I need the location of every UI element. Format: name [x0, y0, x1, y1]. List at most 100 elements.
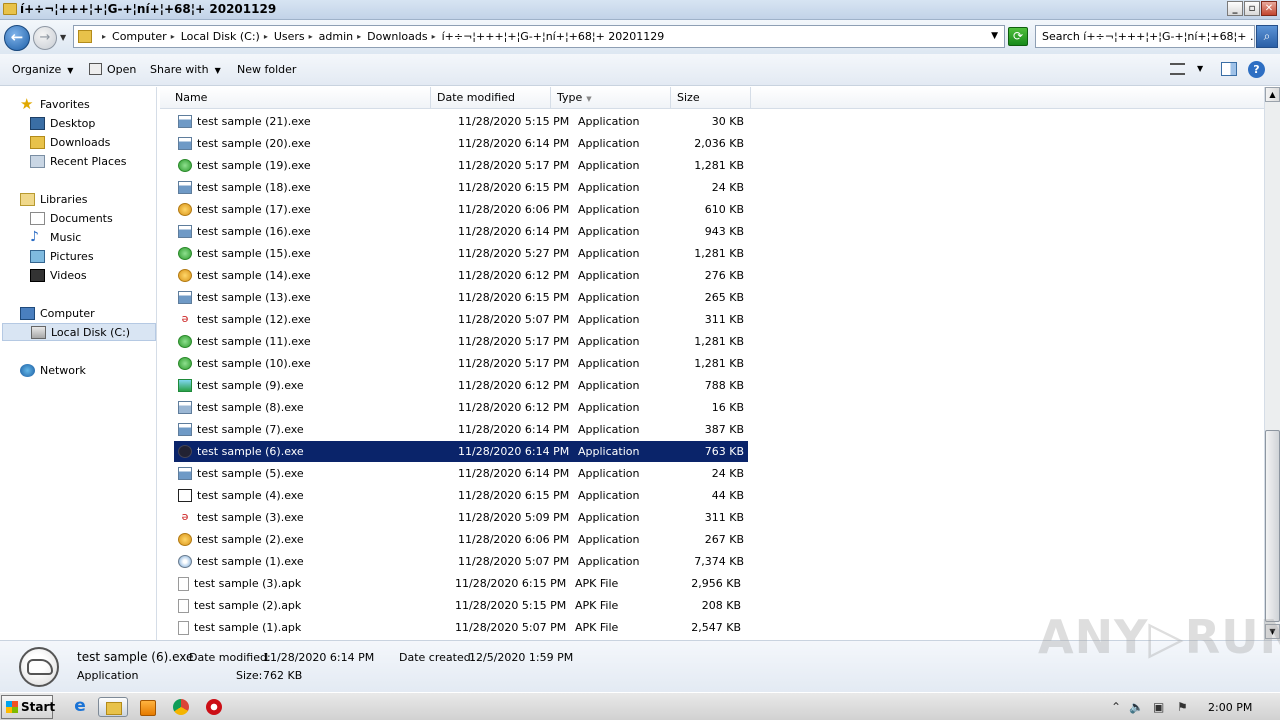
- column-header-size[interactable]: Size: [671, 87, 751, 109]
- forward-button[interactable]: →: [33, 26, 57, 50]
- file-row[interactable]: test sample (14).exe 11/28/2020 6:12 PM Ap…: [174, 265, 748, 286]
- column-header-date-modified[interactable]: Date modified: [431, 87, 551, 109]
- pictures-icon: [30, 249, 45, 263]
- breadcrumb-item[interactable]: ▸ admin: [305, 30, 353, 43]
- file-row[interactable]: test sample (9).exe 11/28/2020 6:12 PM App…: [174, 375, 748, 396]
- nav-network[interactable]: Network: [20, 361, 86, 379]
- show-hidden-icons-icon[interactable]: ⌃: [1111, 700, 1121, 714]
- green-check-icon: [178, 247, 192, 260]
- breadcrumb-separator-icon[interactable]: ▸: [264, 32, 268, 41]
- file-size: 1,281 KB: [694, 335, 744, 348]
- minimize-button[interactable]: _: [1227, 1, 1243, 16]
- window-app-icon: [178, 291, 192, 304]
- nav-computer[interactable]: Computer: [20, 304, 95, 322]
- scroll-up-button[interactable]: ▲: [1265, 87, 1280, 102]
- chevron-down-icon[interactable]: ▼: [1197, 64, 1203, 73]
- gear-window-icon: [178, 401, 192, 414]
- file-row[interactable]: test sample (7).exe 11/28/2020 6:14 PM App…: [174, 419, 748, 440]
- nav-videos[interactable]: Videos: [30, 266, 87, 284]
- file-row[interactable]: test sample (6).exe 11/28/2020 6:14 PM App…: [174, 441, 748, 462]
- network-tray-icon[interactable]: ▣: [1153, 700, 1164, 714]
- recent-pages-dropdown-icon[interactable]: ▼: [60, 33, 66, 42]
- file-row[interactable]: test sample (13).exe 11/28/2020 6:15 PM Ap…: [174, 287, 748, 308]
- file-type: Application: [578, 533, 640, 546]
- close-button[interactable]: ✕: [1261, 1, 1277, 16]
- file-row[interactable]: test sample (4).exe 11/28/2020 6:15 PM App…: [174, 485, 748, 506]
- nav-recent-places[interactable]: Recent Places: [30, 152, 127, 170]
- breadcrumb-separator-icon[interactable]: ▸: [432, 32, 436, 41]
- change-view-icon[interactable]: [1170, 63, 1185, 75]
- back-button[interactable]: ←: [4, 25, 30, 51]
- new-folder-button[interactable]: New folder: [237, 63, 296, 76]
- breadcrumb-item[interactable]: ▸ Users: [260, 30, 305, 43]
- file-row[interactable]: test sample (2).exe 11/28/2020 6:06 PM App…: [174, 529, 748, 550]
- file-row[interactable]: test sample (15).exe 11/28/2020 5:27 PM Ap…: [174, 243, 748, 264]
- organize-button[interactable]: Organize ▼: [12, 63, 73, 76]
- nav-music[interactable]: ♪ Music: [30, 228, 81, 246]
- file-name: test sample (12).exe: [197, 313, 311, 326]
- breadcrumb-separator-icon[interactable]: ▸: [357, 32, 361, 41]
- start-button[interactable]: Start: [1, 695, 55, 719]
- action-center-flag-icon[interactable]: ⚑: [1177, 700, 1188, 714]
- internet-explorer-icon[interactable]: e: [69, 697, 91, 717]
- nav-libraries[interactable]: Libraries: [20, 190, 88, 208]
- file-row[interactable]: test sample (19).exe 11/28/2020 5:17 PM Ap…: [174, 155, 748, 176]
- column-header-type[interactable]: Type ▼: [551, 87, 671, 109]
- nav-downloads[interactable]: Downloads: [30, 133, 110, 151]
- nav-favorites[interactable]: ★ Favorites: [20, 95, 90, 113]
- breadcrumb-item[interactable]: ▸ Local Disk (C:): [167, 30, 260, 43]
- address-dropdown-icon[interactable]: ▼: [991, 31, 998, 41]
- file-row[interactable]: test sample (2).apk 11/28/2020 5:15 PM APK…: [174, 595, 748, 616]
- refresh-button[interactable]: ⟳: [1008, 27, 1028, 46]
- share-with-button[interactable]: Share with ▼: [150, 63, 221, 76]
- file-row[interactable]: ə test sample (3).exe 11/28/2020 5:09 PM Ap…: [174, 507, 748, 528]
- breadcrumb-separator-icon[interactable]: ▸: [171, 32, 175, 41]
- file-row[interactable]: test sample (21).exe 11/28/2020 5:15 PM Ap…: [174, 111, 748, 132]
- address-bar[interactable]: ▸ Computer ▸ Local Disk (C:) ▸ Users ▸ admin ▸ Do…: [73, 25, 1005, 48]
- file-type: Application: [578, 291, 640, 304]
- preview-pane-icon[interactable]: [1221, 62, 1237, 76]
- file-row[interactable]: ə test sample (12).exe 11/28/2020 5:07 PM A…: [174, 309, 748, 330]
- nav-local-disk[interactable]: Local Disk (C:): [2, 323, 156, 341]
- volume-icon[interactable]: 🔈: [1129, 700, 1144, 714]
- file-row[interactable]: test sample (5).exe 11/28/2020 6:14 PM App…: [174, 463, 748, 484]
- file-row[interactable]: test sample (20).exe 11/28/2020 6:14 PM Ap…: [174, 133, 748, 154]
- file-date-modified: 11/28/2020 5:15 PM: [458, 115, 570, 128]
- file-row[interactable]: test sample (17).exe 11/28/2020 6:06 PM Ap…: [174, 199, 748, 220]
- file-row[interactable]: test sample (1).exe 11/28/2020 5:07 PM App…: [174, 551, 748, 572]
- chrome-icon[interactable]: [170, 697, 192, 717]
- folder-icon: [78, 30, 92, 43]
- breadcrumb-item[interactable]: ▸ Computer: [98, 30, 167, 43]
- vertical-scrollbar[interactable]: ▲ ▼: [1264, 87, 1280, 640]
- open-button[interactable]: Open: [89, 63, 136, 76]
- nav-desktop[interactable]: Desktop: [30, 114, 95, 132]
- nav-label: Libraries: [40, 192, 88, 206]
- search-icon[interactable]: ⌕: [1256, 25, 1278, 48]
- windows-explorer-icon[interactable]: [98, 697, 128, 717]
- file-row[interactable]: test sample (18).exe 11/28/2020 6:15 PM Ap…: [174, 177, 748, 198]
- search-input[interactable]: Search í+÷¬¦+++¦+¦G-+¦ní+¦+68¦+ ...: [1035, 25, 1255, 48]
- file-row[interactable]: test sample (3).apk 11/28/2020 6:15 PM APK…: [174, 573, 748, 594]
- clock[interactable]: 2:00 PM: [1208, 701, 1252, 714]
- nav-pictures[interactable]: Pictures: [30, 247, 94, 265]
- media-player-icon[interactable]: [137, 697, 159, 717]
- breadcrumb-separator-icon[interactable]: ▸: [309, 32, 313, 41]
- file-name: test sample (13).exe: [197, 291, 311, 304]
- file-row[interactable]: test sample (16).exe 11/28/2020 6:14 PM Ap…: [174, 221, 748, 242]
- details-size: 762 KB: [263, 669, 303, 682]
- opera-icon[interactable]: [203, 697, 225, 717]
- help-icon[interactable]: ?: [1248, 61, 1265, 78]
- breadcrumb-separator-icon[interactable]: ▸: [102, 32, 106, 41]
- nav-documents[interactable]: Documents: [30, 209, 113, 227]
- breadcrumb-item[interactable]: ▸ í+÷¬¦+++¦+¦G-+¦ní+¦+68¦+ 20201129: [428, 30, 665, 43]
- file-row[interactable]: test sample (1).apk 11/28/2020 5:07 PM APK…: [174, 617, 748, 638]
- column-header-name[interactable]: Name: [169, 87, 431, 109]
- scroll-thumb[interactable]: [1265, 430, 1280, 622]
- chevron-down-icon: ▼: [214, 66, 221, 75]
- file-row[interactable]: test sample (11).exe 11/28/2020 5:17 PM Ap…: [174, 331, 748, 352]
- desktop-icon: [30, 116, 45, 130]
- breadcrumb-item[interactable]: ▸ Downloads: [353, 30, 427, 43]
- file-row[interactable]: test sample (10).exe 11/28/2020 5:17 PM Ap…: [174, 353, 748, 374]
- maximize-button[interactable]: ▫: [1244, 1, 1260, 16]
- file-row[interactable]: test sample (8).exe 11/28/2020 6:12 PM App…: [174, 397, 748, 418]
